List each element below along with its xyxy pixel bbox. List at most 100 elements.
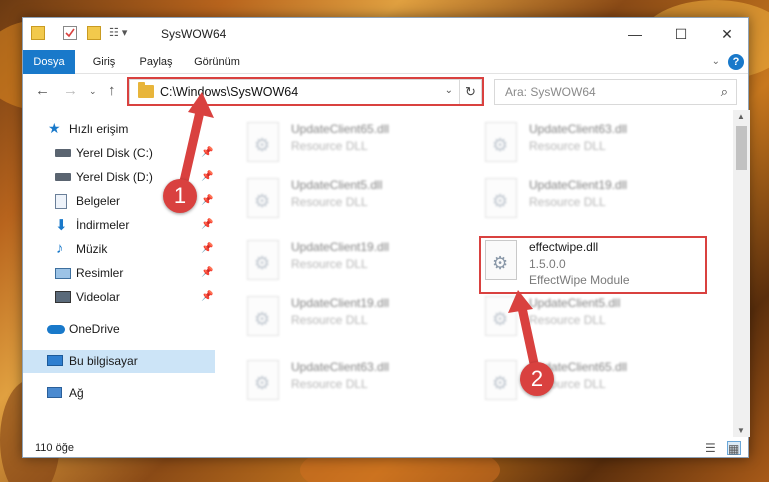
sidebar-item-videos[interactable]: Videolar 📌 (23, 286, 215, 309)
scrollbar-thumb[interactable] (736, 126, 747, 170)
pin-icon[interactable]: 📌 (201, 219, 213, 230)
computer-icon (47, 355, 63, 366)
file-description: Resource DLL (529, 313, 606, 327)
dll-file-icon: ⚙ (485, 122, 517, 162)
search-icon[interactable]: ⌕ (721, 84, 728, 100)
sidebar-item-this-pc[interactable]: Bu bilgisayar (23, 350, 215, 373)
scroll-up-icon[interactable]: ▲ (737, 112, 745, 121)
file-description: Resource DLL (291, 313, 368, 327)
sidebar-item-network[interactable]: Ağ (23, 382, 215, 405)
new-folder-icon[interactable] (87, 26, 101, 40)
tiles-view-icon[interactable]: ▦ (727, 441, 741, 456)
file-item[interactable]: ⚙ UpdateClient65.dll Resource DLL (485, 356, 705, 404)
vertical-scrollbar[interactable]: ▲ ▼ (733, 110, 750, 437)
dll-file-icon: ⚙ (247, 296, 279, 336)
ribbon-expand-icon[interactable]: ⌄ (712, 56, 720, 67)
pin-icon[interactable]: 📌 (201, 267, 213, 278)
documents-icon (55, 194, 67, 209)
up-arrow-icon[interactable]: ↑ (108, 82, 116, 99)
file-description: Resource DLL (291, 195, 368, 209)
maximize-button[interactable]: ☐ (658, 18, 704, 50)
tab-view[interactable]: Görünüm (187, 50, 247, 74)
sidebar-item-label: Yerel Disk (D:) (76, 170, 153, 184)
download-icon: ⬇ (55, 217, 68, 234)
step-badge-2: 2 (520, 362, 554, 396)
sidebar-item-label: Hızlı erişim (69, 122, 129, 136)
file-highlight-box (479, 236, 707, 294)
file-name: UpdateClient19.dll (529, 178, 628, 192)
file-item[interactable]: ⚙ UpdateClient5.dll Resource DLL (247, 174, 467, 222)
pin-icon[interactable]: 📌 (201, 195, 213, 206)
pin-icon[interactable]: 📌 (201, 171, 213, 182)
sidebar-item-label: Bu bilgisayar (69, 354, 138, 368)
properties-icon[interactable] (63, 26, 77, 40)
status-bar: 110 öğe ☰ ▦ (23, 439, 748, 459)
customize-quick-access-icon[interactable]: ☷ ▾ (109, 26, 139, 40)
step-badge-1: 1 (163, 179, 197, 213)
file-item[interactable]: ⚙ UpdateClient63.dll Resource DLL (247, 356, 467, 404)
dll-file-icon: ⚙ (247, 360, 279, 400)
sidebar-item-label: Resimler (76, 266, 124, 280)
file-name: UpdateClient5.dll (529, 296, 621, 310)
address-highlight-box (127, 77, 484, 106)
title-bar: ☷ ▾ SysWOW64 — ☐ ✕ (23, 18, 748, 50)
dll-file-icon: ⚙ (485, 178, 517, 218)
navigation-pane: ★ Hızlı erişim Yerel Disk (C:) 📌 Yerel D… (23, 114, 215, 439)
file-name: UpdateClient19.dll (291, 296, 390, 310)
sidebar-item-label: Belgeler (76, 194, 121, 208)
dll-file-icon: ⚙ (247, 240, 279, 280)
window-title: SysWOW64 (161, 27, 227, 41)
file-item[interactable]: ⚙ UpdateClient19.dll Resource DLL (247, 236, 467, 284)
file-item[interactable]: ⚙ UpdateClient65.dll Resource DLL (247, 118, 467, 166)
close-button[interactable]: ✕ (704, 18, 750, 50)
dll-file-icon: ⚙ (247, 178, 279, 218)
tab-share[interactable]: Paylaş (131, 50, 181, 74)
forward-arrow-icon[interactable]: → (63, 82, 78, 99)
dll-file-icon: ⚙ (247, 122, 279, 162)
file-item[interactable]: ⚙ UpdateClient5.dll Resource DLL (485, 292, 705, 340)
item-count: 110 öğe (35, 442, 74, 454)
search-placeholder[interactable]: Ara: SysWOW64 (505, 85, 596, 99)
scroll-down-icon[interactable]: ▼ (737, 426, 745, 435)
details-view-icon[interactable]: ☰ (705, 441, 719, 455)
file-description: Resource DLL (291, 139, 368, 153)
cloud-icon (47, 325, 65, 334)
sidebar-item-label: OneDrive (69, 322, 120, 336)
videos-icon (55, 291, 71, 303)
file-name: UpdateClient65.dll (291, 122, 390, 136)
sidebar-item-label: Müzik (76, 242, 108, 256)
sidebar-item-local-disk-c[interactable]: Yerel Disk (C:) 📌 (23, 142, 215, 165)
recent-locations-icon[interactable]: ⌄ (89, 86, 97, 97)
file-item[interactable]: ⚙ UpdateClient19.dll Resource DLL (485, 174, 705, 222)
sidebar-item-pictures[interactable]: Resimler 📌 (23, 262, 215, 285)
search-box[interactable]: Ara: SysWOW64 ⌕ (494, 79, 737, 105)
file-name: UpdateClient63.dll (529, 122, 628, 136)
folder-icon (31, 26, 45, 40)
minimize-button[interactable]: — (612, 18, 658, 50)
tab-home[interactable]: Giriş (83, 50, 125, 74)
file-description: Resource DLL (291, 377, 368, 391)
pin-icon[interactable]: 📌 (201, 147, 213, 158)
sidebar-item-downloads[interactable]: ⬇ İndirmeler 📌 (23, 214, 215, 237)
star-icon: ★ (48, 120, 61, 136)
file-name: UpdateClient5.dll (291, 178, 383, 192)
explorer-window: ☷ ▾ SysWOW64 — ☐ ✕ Dosya Giriş Paylaş Gö… (22, 17, 750, 459)
tab-file[interactable]: Dosya (23, 50, 75, 74)
pin-icon[interactable]: 📌 (201, 243, 213, 254)
network-icon (47, 387, 62, 398)
music-icon: ♪ (56, 240, 64, 257)
file-description: Resource DLL (529, 195, 606, 209)
file-description: Resource DLL (529, 139, 606, 153)
ribbon-tabs: Dosya Giriş Paylaş Görünüm ⌄ ? (23, 50, 748, 74)
pin-icon[interactable]: 📌 (201, 291, 213, 302)
dll-file-icon: ⚙ (485, 296, 517, 336)
sidebar-item-music[interactable]: ♪ Müzik 📌 (23, 238, 215, 261)
file-item[interactable]: ⚙ UpdateClient19.dll Resource DLL (247, 292, 467, 340)
sidebar-item-onedrive[interactable]: OneDrive (23, 318, 215, 341)
help-icon[interactable]: ? (728, 54, 744, 70)
file-item[interactable]: ⚙ UpdateClient63.dll Resource DLL (485, 118, 705, 166)
back-arrow-icon[interactable]: ← (35, 82, 50, 99)
sidebar-item-quick-access[interactable]: ★ Hızlı erişim (23, 118, 215, 141)
file-name: UpdateClient19.dll (291, 240, 390, 254)
dll-file-icon: ⚙ (485, 360, 517, 400)
